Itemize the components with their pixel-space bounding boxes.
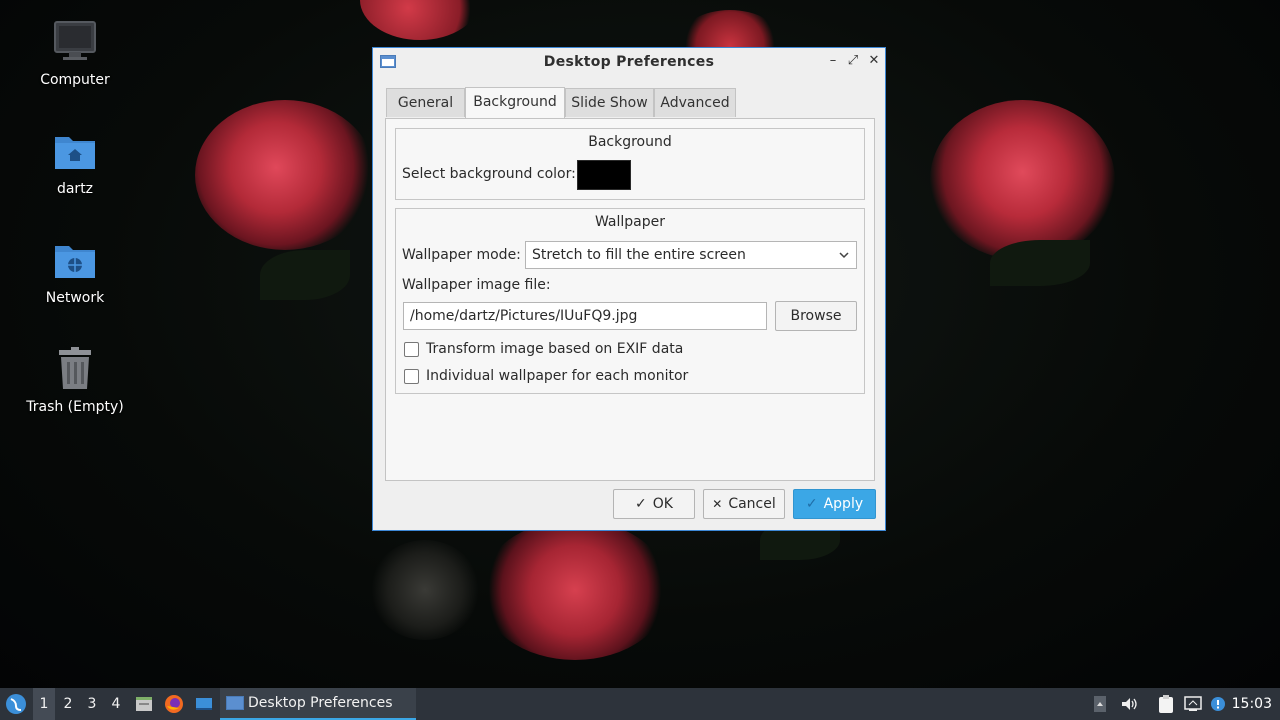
tab-slide-show[interactable]: Slide Show xyxy=(565,88,654,117)
desktop-icon-label: Computer xyxy=(40,72,110,88)
wallpaper-mode-value: Stretch to fill the entire screen xyxy=(532,247,746,263)
per-monitor-checkbox-label[interactable]: Individual wallpaper for each monitor xyxy=(426,368,688,384)
clipboard-button[interactable] xyxy=(1155,688,1177,720)
taskbar-window-label: Desktop Preferences xyxy=(248,695,393,711)
browse-button[interactable]: Browse xyxy=(775,301,857,331)
desktop-icon-label: Network xyxy=(45,290,105,306)
volume-button[interactable] xyxy=(1118,688,1140,720)
home-folder-icon xyxy=(51,127,99,175)
info-icon xyxy=(1210,696,1226,712)
computer-icon xyxy=(51,18,99,66)
clock[interactable]: 15:03 xyxy=(1232,688,1272,720)
workspace-2[interactable]: 2 xyxy=(57,688,79,720)
trash-icon xyxy=(51,345,99,393)
exif-checkbox-label[interactable]: Transform image based on EXIF data xyxy=(426,341,683,357)
desktop-icon-computer[interactable]: Computer xyxy=(20,18,130,88)
notification-button[interactable] xyxy=(1208,688,1228,720)
wallpaper-mode-select[interactable]: Stretch to fill the entire screen xyxy=(525,241,857,269)
ok-button[interactable]: ✓ OK xyxy=(613,489,695,519)
show-desktop-button[interactable] xyxy=(192,688,216,720)
per-monitor-checkbox[interactable] xyxy=(404,369,419,384)
firefox-icon xyxy=(164,695,184,713)
workspace-3[interactable]: 3 xyxy=(81,688,103,720)
background-group-title: Background xyxy=(588,134,672,150)
file-manager-launcher[interactable] xyxy=(133,688,155,720)
maximize-button[interactable]: ⤢ xyxy=(845,53,861,69)
taskbar-window-desktop-preferences[interactable]: Desktop Preferences xyxy=(220,688,416,720)
workspace-4[interactable]: 4 xyxy=(105,688,127,720)
cancel-button[interactable]: ✕ Cancel xyxy=(703,489,785,519)
desktop-icon-home[interactable]: dartz xyxy=(20,127,130,197)
close-button[interactable]: ✕ xyxy=(866,53,882,69)
background-group: Background Select background color: xyxy=(395,128,865,200)
apply-button[interactable]: ✓ Apply xyxy=(793,489,876,519)
desktop-icon-label: dartz xyxy=(56,181,94,197)
chevron-down-icon xyxy=(838,242,850,277)
minimize-button[interactable]: – xyxy=(825,53,841,69)
desktop-icon-trash[interactable]: Trash (Empty) xyxy=(20,345,130,415)
tab-general[interactable]: General xyxy=(386,88,465,117)
chevron-up-icon xyxy=(1093,696,1107,712)
checkmark-icon: ✓ xyxy=(635,496,647,512)
dialog-title: Desktop Preferences xyxy=(543,54,715,70)
wallpaper-file-label: Wallpaper image file: xyxy=(402,277,551,293)
file-manager-icon xyxy=(134,696,154,712)
window-icon xyxy=(226,696,244,710)
tab-panel-background: Background Select background color: Wall… xyxy=(385,118,875,481)
desktop-icon-network[interactable]: Network xyxy=(20,236,130,306)
desktop-icon-label: Trash (Empty) xyxy=(26,399,124,415)
speaker-icon xyxy=(1120,696,1138,712)
background-color-button[interactable] xyxy=(577,160,631,190)
close-icon: ✕ xyxy=(712,497,723,511)
cancel-button-label: Cancel xyxy=(728,496,776,512)
taskbar: 1 2 3 4 Desktop Preferences 15:03 xyxy=(0,688,1280,720)
network-button[interactable] xyxy=(1182,688,1204,720)
exif-checkbox[interactable] xyxy=(404,342,419,357)
background-color-label: Select background color: xyxy=(402,166,576,182)
apply-button-label: Apply xyxy=(823,496,864,512)
wallpaper-group-title: Wallpaper xyxy=(594,214,666,230)
wallpaper-mode-label: Wallpaper mode: xyxy=(402,247,521,263)
tab-advanced[interactable]: Advanced xyxy=(654,88,736,117)
wallpaper-group: Wallpaper Wallpaper mode: Stretch to fil… xyxy=(395,208,865,394)
dialog-titlebar[interactable]: Desktop Preferences – ⤢ ✕ xyxy=(373,48,885,76)
wallpaper-file-input[interactable]: /home/dartz/Pictures/IUuFQ9.jpg xyxy=(403,302,767,330)
desktop-preferences-dialog: Desktop Preferences – ⤢ ✕ General Backgr… xyxy=(372,47,886,531)
clipboard-icon xyxy=(1157,695,1175,713)
checkmark-icon: ✓ xyxy=(805,496,818,512)
tab-background[interactable]: Background xyxy=(465,87,565,118)
tray-show-hidden-button[interactable] xyxy=(1090,688,1110,720)
start-menu-button[interactable] xyxy=(3,688,29,720)
app-menu-icon xyxy=(5,694,27,714)
workspace-1[interactable]: 1 xyxy=(33,688,55,720)
network-folder-icon xyxy=(51,236,99,284)
network-icon xyxy=(1183,696,1203,712)
ok-button-label: OK xyxy=(652,496,673,512)
firefox-launcher[interactable] xyxy=(163,688,185,720)
desktop-icon xyxy=(194,696,214,712)
